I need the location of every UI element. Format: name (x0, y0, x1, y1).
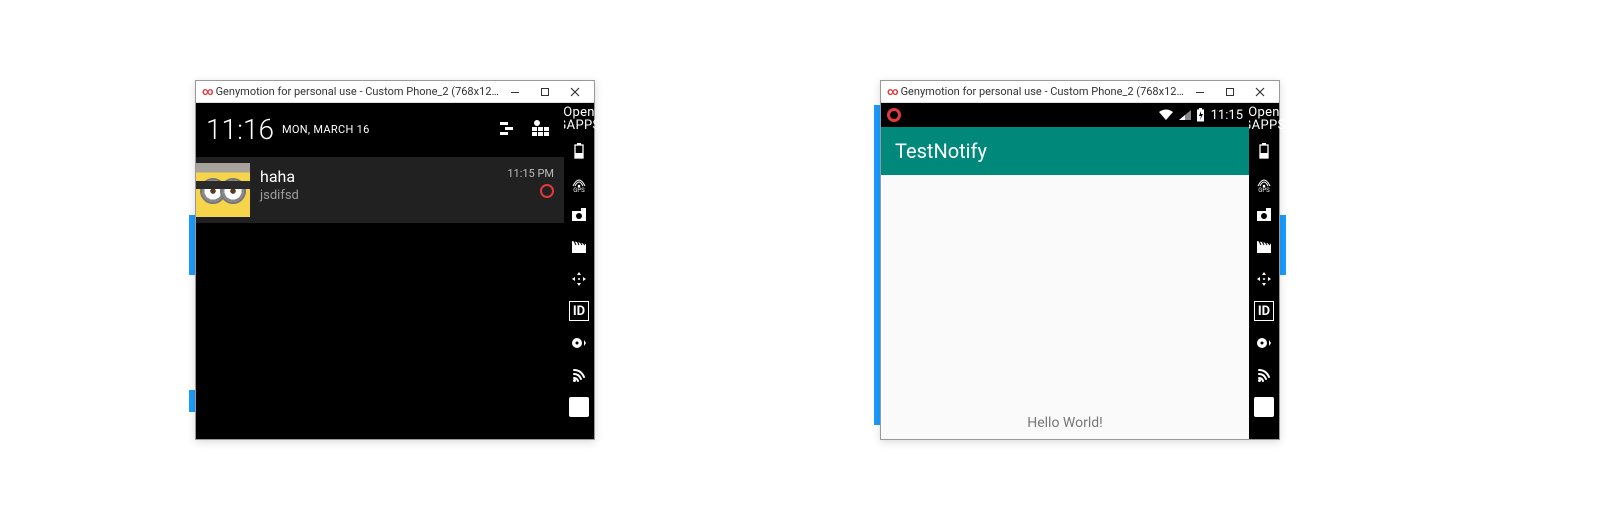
device-screen-app[interactable]: 11:15 TestNotify Hello World! (881, 103, 1249, 439)
wifi-icon (1158, 109, 1174, 121)
move-icon[interactable] (569, 269, 589, 289)
window-title: Genymotion for personal use - Custom Pho… (216, 85, 500, 98)
battery-icon[interactable] (569, 141, 589, 161)
record-indicator-icon (887, 108, 901, 122)
message-icon[interactable]: ••• (569, 397, 589, 417)
app-title: TestNotify (895, 139, 987, 163)
minimize-button[interactable] (500, 82, 530, 102)
notification-meta: 11:15 PM (507, 163, 554, 198)
window-titlebar[interactable]: ∞ Genymotion for personal use - Custom P… (196, 81, 594, 103)
emulator-toolbar: Open GAPPS GPS ID • (564, 103, 594, 439)
clapperboard-icon[interactable] (569, 237, 589, 257)
notification-title: haha (260, 167, 507, 186)
notification-large-icon (196, 163, 250, 217)
battery-charging-icon (1196, 108, 1205, 122)
emulator-body: 11:16 MON, MARCH 16 haha jsdifsd (196, 103, 594, 439)
gps-button[interactable]: GPS (1254, 173, 1274, 193)
emulator-window-right: ∞ Genymotion for personal use - Custom P… (880, 80, 1280, 440)
disk-io-icon[interactable] (569, 333, 589, 353)
window-titlebar[interactable]: ∞ Genymotion for personal use - Custom P… (881, 81, 1279, 103)
maximize-button[interactable] (530, 82, 560, 102)
notification-shade-header: 11:16 MON, MARCH 16 (196, 103, 564, 155)
close-button[interactable] (560, 82, 590, 102)
identifier-button[interactable]: ID (1254, 301, 1274, 321)
opengapps-button[interactable]: Open GAPPS (1254, 109, 1274, 129)
emulator-window-left: ∞ Genymotion for personal use - Custom P… (195, 80, 595, 440)
message-icon[interactable]: ••• (1254, 397, 1274, 417)
genymotion-logo-icon: ∞ (887, 85, 897, 98)
android-status-bar: 11:15 (881, 103, 1249, 127)
notification-text: jsdifsd (260, 188, 507, 203)
signal-icon (1178, 109, 1192, 121)
emulator-body: 11:15 TestNotify Hello World! Open GAPPS… (881, 103, 1279, 439)
app-action-bar: TestNotify (881, 127, 1249, 175)
opengapps-button[interactable]: Open GAPPS (569, 109, 589, 129)
status-bar-time: 11:15 (1211, 108, 1243, 123)
camera-icon[interactable] (1254, 205, 1274, 225)
identifier-button[interactable]: ID (569, 301, 589, 321)
network-icon[interactable] (1254, 365, 1274, 385)
notification-small-icon (540, 184, 554, 198)
window-title: Genymotion for personal use - Custom Pho… (901, 85, 1185, 98)
camera-icon[interactable] (569, 205, 589, 225)
shade-time: 11:16 (206, 113, 274, 146)
network-icon[interactable] (569, 365, 589, 385)
notification-time: 11:15 PM (507, 167, 554, 180)
minimize-button[interactable] (1185, 82, 1215, 102)
background-decoration (1280, 215, 1286, 275)
emulator-toolbar: Open GAPPS GPS ID • (1249, 103, 1279, 439)
notification-content: haha jsdifsd (260, 163, 507, 203)
notification-item[interactable]: haha jsdifsd 11:15 PM (196, 157, 564, 223)
app-content: Hello World! (881, 175, 1249, 439)
battery-icon[interactable] (1254, 141, 1274, 161)
quick-settings-toggle-icon[interactable] (496, 117, 520, 141)
hello-world-label: Hello World! (1027, 415, 1103, 431)
genymotion-logo-icon: ∞ (202, 85, 212, 98)
shade-date: MON, MARCH 16 (282, 123, 370, 136)
disk-io-icon[interactable] (1254, 333, 1274, 353)
clapperboard-icon[interactable] (1254, 237, 1274, 257)
close-button[interactable] (1245, 82, 1275, 102)
move-icon[interactable] (1254, 269, 1274, 289)
gps-button[interactable]: GPS (569, 173, 589, 193)
device-screen-notification-shade[interactable]: 11:16 MON, MARCH 16 haha jsdifsd (196, 103, 564, 439)
maximize-button[interactable] (1215, 82, 1245, 102)
multi-user-icon[interactable] (530, 117, 554, 141)
